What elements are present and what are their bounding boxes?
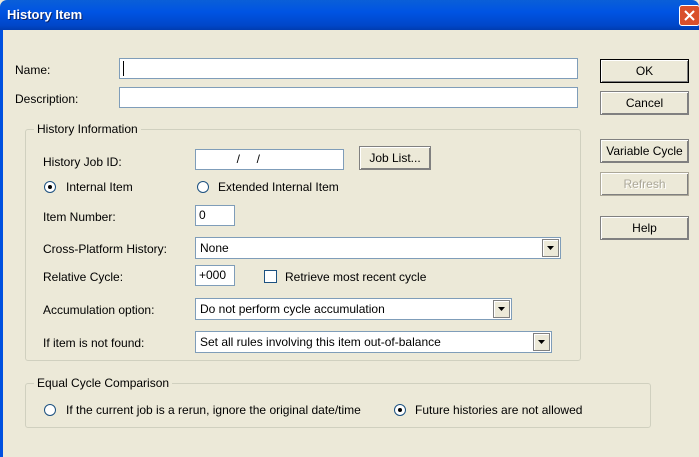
chevron-down-icon	[547, 246, 554, 250]
not-found-label: If item is not found:	[43, 336, 145, 350]
name-label: Name:	[15, 63, 51, 77]
rerun-ignore-radio[interactable]	[44, 404, 56, 416]
not-found-select[interactable]: Set all rules involving this item out-of…	[195, 331, 552, 353]
retrieve-recent-checkbox[interactable]	[264, 270, 277, 283]
variable-cycle-button[interactable]: Variable Cycle	[600, 139, 689, 163]
item-number-input[interactable]: 0	[195, 205, 235, 226]
window-title: History Item	[7, 7, 83, 22]
chevron-down-icon	[498, 307, 505, 311]
description-input[interactable]	[119, 87, 578, 108]
ok-button[interactable]: OK	[600, 59, 689, 83]
internal-item-label: Internal Item	[66, 180, 133, 194]
refresh-button[interactable]: Refresh	[600, 172, 689, 196]
relative-cycle-label: Relative Cycle:	[43, 270, 124, 284]
future-not-allowed-label: Future histories are not allowed	[415, 403, 583, 417]
window-border	[0, 30, 3, 457]
future-not-allowed-radio[interactable]	[394, 404, 406, 416]
cross-platform-select[interactable]: None	[195, 237, 561, 259]
close-button[interactable]	[679, 5, 699, 26]
accumulation-select[interactable]: Do not perform cycle accumulation	[195, 298, 512, 320]
title-bar: History Item	[0, 0, 699, 30]
cancel-button[interactable]: Cancel	[600, 91, 689, 115]
job-list-button[interactable]: Job List...	[359, 146, 431, 170]
name-input[interactable]	[119, 58, 578, 79]
history-job-id-label: History Job ID:	[43, 155, 122, 169]
history-job-id-input[interactable]: / /	[195, 149, 344, 170]
internal-item-radio[interactable]	[44, 181, 56, 193]
close-icon	[684, 10, 695, 21]
history-information-legend: History Information	[34, 122, 141, 136]
dropdown-arrow-button[interactable]	[542, 239, 559, 257]
item-number-label: Item Number:	[43, 210, 116, 224]
help-button[interactable]: Help	[600, 216, 689, 240]
extended-internal-item-label: Extended Internal Item	[218, 180, 339, 194]
relative-cycle-input[interactable]: +000	[195, 265, 235, 286]
description-label: Description:	[15, 92, 79, 106]
text-caret	[123, 61, 124, 76]
equal-cycle-comparison-legend: Equal Cycle Comparison	[34, 376, 173, 390]
rerun-ignore-label: If the current job is a rerun, ignore th…	[66, 403, 361, 417]
retrieve-recent-label: Retrieve most recent cycle	[285, 270, 427, 284]
chevron-down-icon	[538, 340, 545, 344]
extended-internal-item-radio[interactable]	[197, 181, 209, 193]
accumulation-label: Accumulation option:	[43, 303, 155, 317]
dropdown-arrow-button[interactable]	[533, 333, 550, 351]
cross-platform-label: Cross-Platform History:	[43, 242, 168, 256]
dropdown-arrow-button[interactable]	[493, 300, 510, 318]
